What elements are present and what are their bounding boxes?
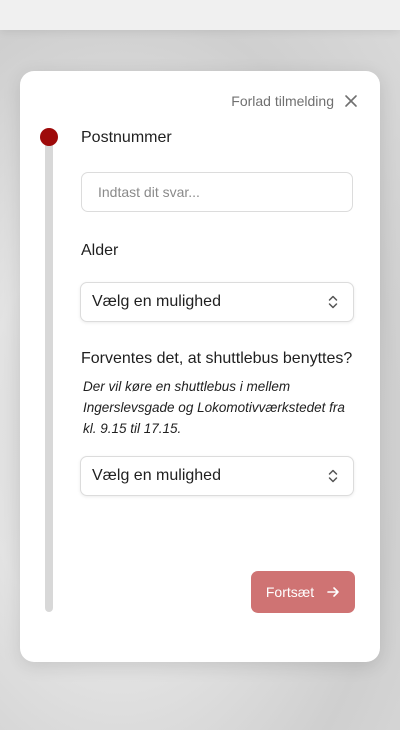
- postal-code-label: Postnummer: [81, 129, 172, 146]
- chevron-up-down-icon: [328, 295, 338, 309]
- progress-track: [45, 135, 53, 612]
- progress-current-step-dot: [40, 128, 58, 146]
- leave-signup-label: Forlad tilmelding: [231, 93, 334, 109]
- leave-signup-button[interactable]: Forlad tilmelding: [231, 93, 358, 109]
- age-label: Alder: [81, 242, 119, 259]
- continue-button[interactable]: Fortsæt: [251, 571, 355, 613]
- shuttle-select-value: Vælg en mulighed: [92, 467, 221, 484]
- age-select[interactable]: Vælg en mulighed: [80, 282, 354, 322]
- postal-code-input[interactable]: [82, 173, 352, 211]
- postal-code-field[interactable]: [81, 172, 353, 212]
- top-bar: [0, 0, 400, 30]
- age-select-value: Vælg en mulighed: [92, 293, 221, 310]
- chevron-up-down-icon: [328, 469, 338, 483]
- shuttle-note: Der vil køre en shuttlebus i mellem Inge…: [83, 379, 345, 436]
- signup-card: Forlad tilmelding Postnummer Alder Vælg …: [20, 71, 380, 662]
- shuttle-question-label: Forventes det, at shuttlebus benyttes?: [81, 350, 353, 367]
- arrow-right-icon: [327, 587, 339, 597]
- continue-button-label: Fortsæt: [265, 584, 315, 600]
- close-icon[interactable]: [344, 94, 358, 108]
- shuttle-select[interactable]: Vælg en mulighed: [80, 456, 354, 496]
